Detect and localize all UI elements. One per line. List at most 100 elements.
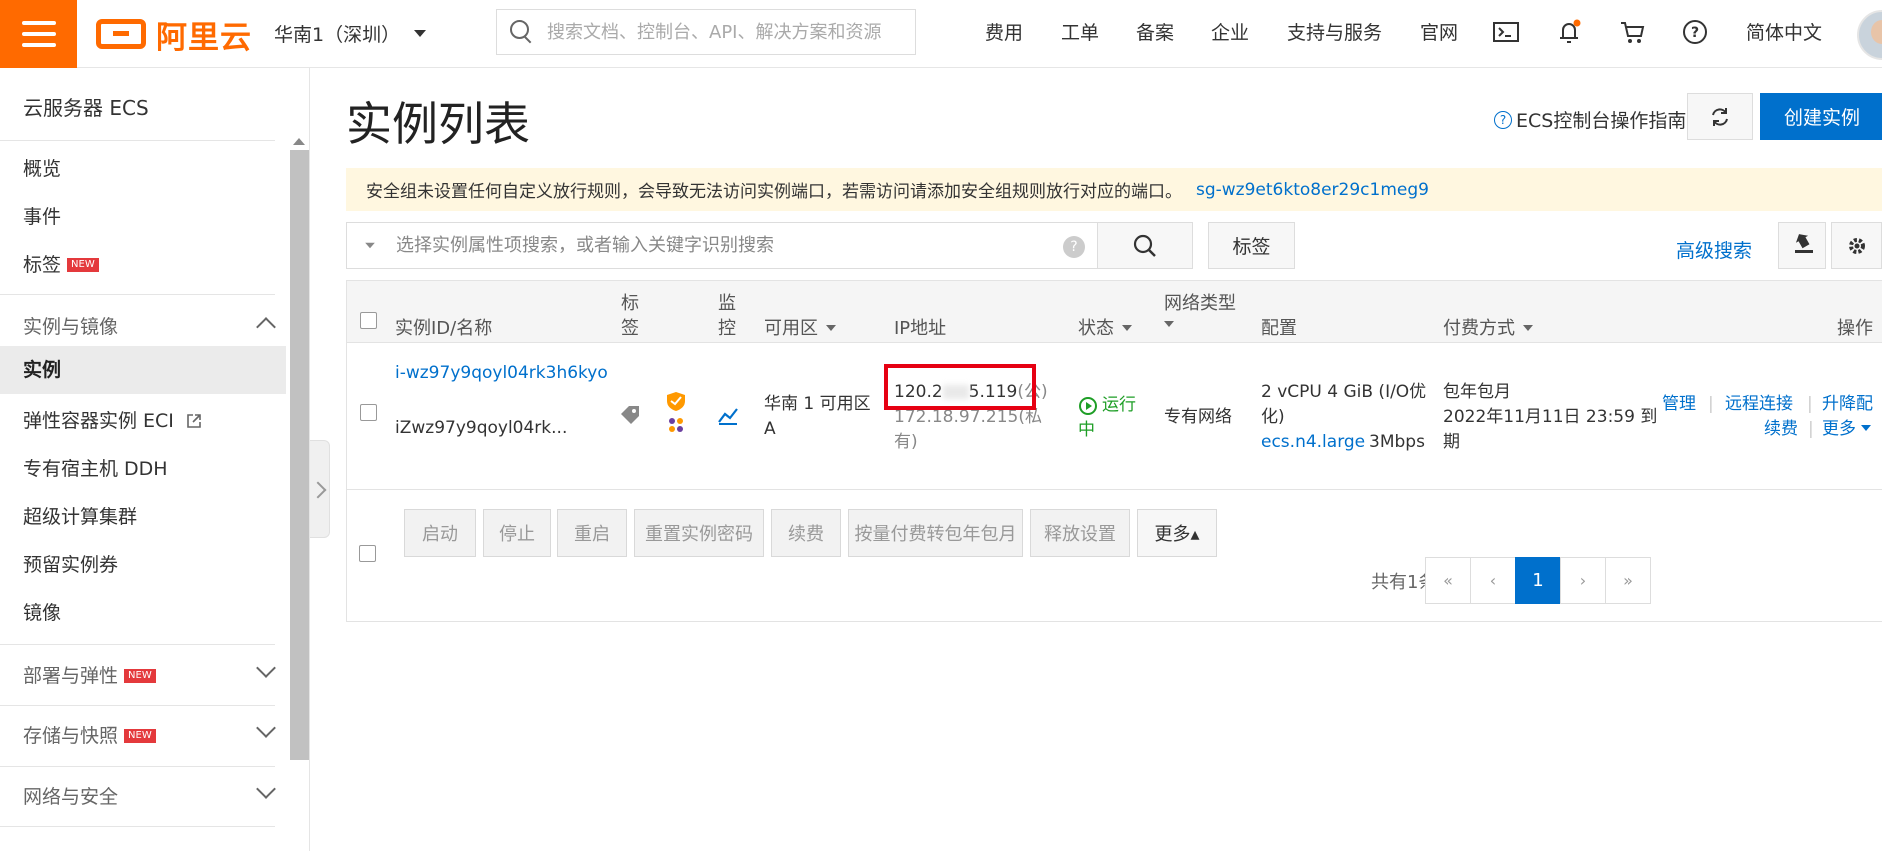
refresh-button[interactable] <box>1687 93 1753 140</box>
row-checkbox[interactable] <box>360 404 377 421</box>
export-icon <box>1795 234 1813 253</box>
sidebar-item-instances[interactable]: 实例 <box>0 346 286 394</box>
page-next-button[interactable]: › <box>1560 557 1606 604</box>
global-search[interactable] <box>496 9 916 55</box>
global-search-input[interactable] <box>545 20 895 44</box>
sidebar-item-tags[interactable]: 标签 NEW <box>23 250 99 277</box>
security-group-link[interactable]: sg-wz9et6kto8er29c1meg9 <box>1196 180 1429 200</box>
sidebar-scrollbar[interactable] <box>288 138 310 850</box>
alert-text: 安全组未设置任何自定义放行规则，会导致无法访问实例端口，若需访问请添加安全组规则… <box>366 182 1182 202</box>
nav-icp[interactable]: 备案 <box>1136 18 1174 45</box>
bulk-more-button[interactable]: 更多▴ <box>1137 509 1217 557</box>
aliyun-logo[interactable]: 阿里云 <box>96 14 252 56</box>
nav-billing[interactable]: 费用 <box>985 18 1023 45</box>
cart-icon[interactable] <box>1619 18 1647 46</box>
sidebar-item-ddh[interactable]: 专有宿主机 DDH <box>23 454 168 481</box>
hamburger-menu-button[interactable] <box>0 0 77 68</box>
zone-line-1: 华南 1 可用区 <box>764 394 871 414</box>
filter-search-button[interactable] <box>1097 222 1193 269</box>
remote-connect-link[interactable]: 远程连接 <box>1725 392 1793 417</box>
filter-caret-icon <box>1122 325 1132 331</box>
select-all-checkbox[interactable] <box>360 312 377 329</box>
action-divider: | <box>1808 419 1814 439</box>
sidebar-group-storage[interactable]: 存储与快照 NEW <box>23 718 276 748</box>
column-zone[interactable]: 可用区 <box>764 314 836 340</box>
bell-icon[interactable] <box>1555 18 1583 46</box>
column-label: 可用区 <box>764 318 818 339</box>
search-icon <box>509 19 535 45</box>
private-ip-tag: 有) <box>894 432 918 452</box>
instance-filter-input[interactable] <box>394 234 1034 257</box>
bulk-reset-password-button[interactable]: 重置实例密码 <box>634 509 764 557</box>
upgrade-link[interactable]: 升降配 <box>1822 392 1873 417</box>
terminal-icon[interactable] <box>1492 18 1520 46</box>
bulk-convert-billing-button[interactable]: 按量付费转包年包月 <box>848 509 1023 557</box>
page-prev-button[interactable]: ‹ <box>1470 557 1516 604</box>
scrollbar-thumb[interactable] <box>290 150 309 760</box>
table-settings-button[interactable] <box>1831 222 1882 269</box>
create-instance-button[interactable]: 创建实例 <box>1760 93 1882 140</box>
column-status[interactable]: 状态 <box>1078 314 1132 340</box>
bulk-release-settings-button[interactable]: 释放设置 <box>1030 509 1130 557</box>
filter-help-icon[interactable]: ? <box>1063 236 1085 258</box>
status-running-2: 中 <box>1078 420 1095 440</box>
tag-icon[interactable] <box>619 404 643 428</box>
external-link-icon <box>187 414 201 428</box>
column-id-name: 实例ID/名称 <box>395 318 493 339</box>
bulk-start-button[interactable]: 启动 <box>404 509 476 557</box>
sidebar-item-overview[interactable]: 概览 <box>23 154 61 181</box>
region-selector[interactable]: 华南1（深圳） <box>274 20 427 47</box>
sidebar-item-images[interactable]: 镜像 <box>23 598 61 625</box>
bulk-stop-button[interactable]: 停止 <box>483 509 551 557</box>
page-last-button[interactable]: » <box>1605 557 1651 604</box>
bulk-restart-button[interactable]: 重启 <box>557 509 627 557</box>
chevron-down-icon <box>256 718 276 738</box>
page-current-button[interactable]: 1 <box>1515 557 1561 604</box>
sidebar-item-supercomputing[interactable]: 超级计算集群 <box>23 502 137 529</box>
monitor-chart-icon[interactable] <box>717 404 739 426</box>
config-line-1: 2 vCPU 4 GiB (I/O优 <box>1261 382 1427 402</box>
page-first-button[interactable]: « <box>1425 557 1471 604</box>
export-button[interactable] <box>1778 222 1826 269</box>
sidebar-collapse-toggle[interactable] <box>310 440 330 538</box>
tag-filter-button[interactable]: 标签 <box>1208 222 1295 269</box>
language-switch[interactable]: 简体中文 <box>1746 18 1822 45</box>
sidebar-title: 云服务器 ECS <box>23 96 149 120</box>
nav-support[interactable]: 支持与服务 <box>1287 18 1382 45</box>
instance-type-link[interactable]: ecs.n4.large <box>1261 430 1365 455</box>
sidebar-group-network-security[interactable]: 网络与安全 <box>23 779 276 809</box>
zone-line-2: A <box>764 419 776 439</box>
nav-enterprise[interactable]: 企业 <box>1211 18 1249 45</box>
instance-filter[interactable]: ? <box>346 222 1098 269</box>
filter-dropdown-caret-icon[interactable] <box>365 242 375 249</box>
more-actions-link[interactable]: 更多 <box>1822 417 1872 442</box>
nav-official-site[interactable]: 官网 <box>1420 18 1458 45</box>
instance-table: 实例ID/名称 标 签 监 控 可用区 IP地址 状态 网络类型 配置 付费方式… <box>346 280 1882 622</box>
bulk-select-checkbox[interactable] <box>359 545 376 562</box>
ecs-guide-link[interactable]: ? ECS控制台操作指南 <box>1494 106 1686 133</box>
scroll-up-arrow-icon[interactable] <box>293 138 305 145</box>
expiry-date: 2022年11月11日 23:59 到 <box>1443 407 1658 427</box>
sidebar-item-eci[interactable]: 弹性容器实例 ECI <box>23 406 202 433</box>
sidebar-group-deployment[interactable]: 部署与弹性 NEW <box>23 658 276 688</box>
new-badge: NEW <box>67 258 99 272</box>
help-icon[interactable]: ? <box>1681 18 1709 46</box>
nav-tickets[interactable]: 工单 <box>1061 18 1099 45</box>
security-status-icon[interactable] <box>665 391 687 435</box>
sidebar-item-reserved[interactable]: 预留实例券 <box>23 550 118 577</box>
sidebar-item-events[interactable]: 事件 <box>23 202 61 229</box>
column-network-filter[interactable] <box>1164 314 1174 335</box>
instance-id-link[interactable]: i-wz97y9qoyl04rk3h6kyo <box>395 361 608 386</box>
column-payment[interactable]: 付费方式 <box>1443 314 1533 340</box>
bulk-renew-button[interactable]: 续费 <box>771 509 841 557</box>
manage-link[interactable]: 管理 <box>1662 392 1696 417</box>
action-divider: | <box>1708 394 1714 414</box>
chevron-down-icon <box>256 779 276 799</box>
new-badge: NEW <box>124 729 156 743</box>
renew-link[interactable]: 续费 <box>1764 417 1798 442</box>
guide-link-label: ECS控制台操作指南 <box>1516 110 1687 132</box>
advanced-search-link[interactable]: 高级搜索 <box>1676 236 1752 263</box>
user-avatar[interactable] <box>1857 10 1882 60</box>
instance-name: iZwz97y9qoyl04rk... <box>395 418 568 438</box>
sidebar-group-instances-images[interactable]: 实例与镜像 <box>23 312 276 339</box>
